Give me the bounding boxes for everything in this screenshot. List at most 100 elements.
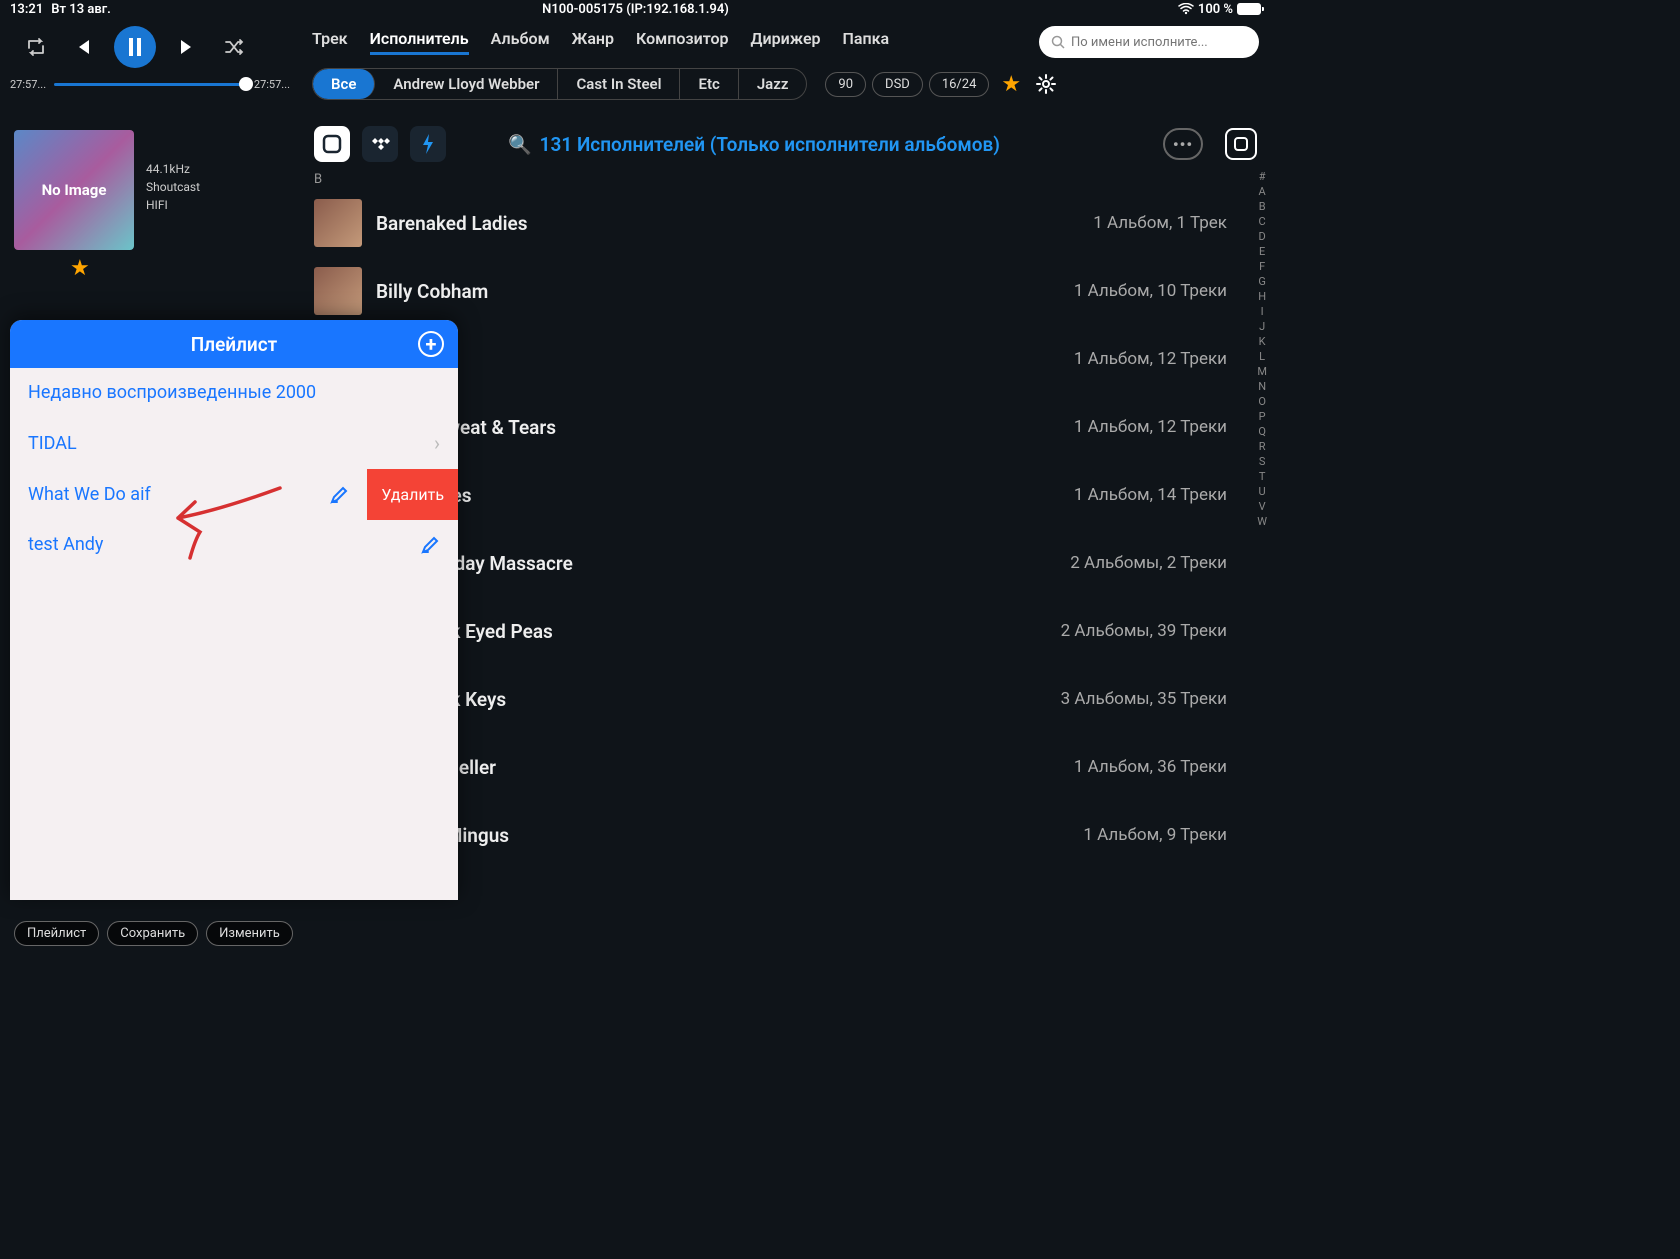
panel-header: Плейлист +	[10, 320, 458, 368]
alpha-letter[interactable]: B	[1257, 200, 1267, 213]
edit-icon[interactable]	[329, 485, 349, 505]
nav-tab-Альбом[interactable]: Альбом	[491, 29, 550, 55]
battery-percent: 100 %	[1198, 2, 1233, 17]
alpha-index[interactable]: # ABCDEFGHIJKLMNOPQRSTUVW	[1257, 170, 1267, 528]
bottom-button[interactable]: Сохранить	[107, 921, 198, 946]
progress-slider[interactable]	[54, 83, 246, 86]
repeat-icon[interactable]	[22, 33, 50, 61]
transport-controls: 27:57... 27:57...	[0, 18, 300, 118]
artist-name: The Black Eyed Peas	[376, 620, 1047, 643]
artist-meta: 1 Альбом, 12 Треки	[1074, 417, 1227, 437]
filter-pill[interactable]: DSD	[872, 72, 923, 97]
previous-icon[interactable]	[68, 33, 96, 61]
magnifier-icon[interactable]: 🔍	[508, 133, 532, 156]
album-art[interactable]: No Image	[14, 130, 134, 250]
settings-icon[interactable]	[1035, 73, 1057, 95]
playlist-item-label: What We Do aif	[28, 484, 151, 505]
wifi-icon	[1178, 3, 1194, 15]
bottom-button[interactable]: Плейлист	[14, 921, 99, 946]
delete-button[interactable]: Удалить	[367, 469, 458, 520]
status-date: Вт 13 авг.	[51, 2, 111, 17]
playlist-item-label: Недавно воспроизведенные 2000	[28, 382, 316, 403]
alpha-letter[interactable]: C	[1257, 215, 1267, 228]
nav-tab-Исполнитель[interactable]: Исполнитель	[370, 29, 469, 55]
artist-name: Blink-182	[376, 348, 1060, 371]
filter-pill[interactable]: 90	[825, 72, 866, 97]
alpha-letter[interactable]: T	[1257, 470, 1267, 483]
alpha-letter[interactable]: N	[1257, 380, 1267, 393]
status-server: N100-005175 (IP:192.168.1.94)	[542, 2, 729, 17]
alpha-letter[interactable]: A	[1257, 185, 1267, 198]
artist-row[interactable]: Billy Cobham 1 Альбом, 10 Треки	[300, 257, 1271, 325]
source-lightning-icon[interactable]	[410, 126, 446, 162]
playlist-item[interactable]: TIDAL›	[10, 417, 458, 469]
nav-tab-Композитор[interactable]: Композитор	[636, 29, 729, 55]
filter-pill[interactable]: 16/24	[929, 72, 990, 97]
artist-row[interactable]: Barenaked Ladies 1 Альбом, 1 Трек	[300, 189, 1271, 257]
alpha-letter[interactable]: W	[1257, 515, 1267, 528]
search-box[interactable]	[1039, 26, 1259, 58]
next-icon[interactable]	[174, 33, 202, 61]
now-playing-star-icon[interactable]: ★	[70, 256, 90, 281]
filter-tab[interactable]: Andrew Lloyd Webber	[375, 69, 558, 99]
alpha-letter[interactable]: M	[1257, 365, 1267, 378]
alpha-letter[interactable]: #	[1257, 170, 1267, 183]
filter-tab[interactable]: Все	[313, 69, 375, 99]
source-tidal-icon[interactable]	[362, 126, 398, 162]
alpha-letter[interactable]: R	[1257, 440, 1267, 453]
search-input[interactable]	[1071, 35, 1247, 50]
playlist-item[interactable]: test Andy	[10, 520, 458, 569]
artist-thumb	[314, 267, 362, 315]
section-title-text: 131 Исполнителей (Только исполнители аль…	[540, 133, 1000, 156]
status-time: 13:21	[10, 2, 43, 17]
artist-name: Billy Cobham	[376, 280, 1060, 303]
artist-name: Charles Mingus	[376, 824, 1069, 847]
alpha-letter[interactable]: H	[1257, 290, 1267, 303]
alpha-letter[interactable]: U	[1257, 485, 1267, 498]
filter-tab[interactable]: Cast In Steel	[558, 69, 680, 99]
status-left: 13:21 Вт 13 авг.	[10, 2, 111, 17]
alpha-letter[interactable]: D	[1257, 230, 1267, 243]
alpha-letter[interactable]: V	[1257, 500, 1267, 513]
alpha-letter[interactable]: E	[1257, 245, 1267, 258]
alpha-letter[interactable]: L	[1257, 350, 1267, 363]
edit-icon[interactable]	[420, 535, 440, 555]
track-info: 44.1kHz Shoutcast HIFI	[146, 130, 200, 250]
artist-meta: 3 Альбомы, 35 Треки	[1061, 689, 1227, 709]
filter-tab[interactable]: Jazz	[739, 69, 807, 99]
alpha-letter[interactable]: F	[1257, 260, 1267, 273]
playlist-item-label: test Andy	[28, 534, 103, 555]
playlist-item[interactable]: What We Do aif	[10, 469, 367, 520]
nav-tab-Папка[interactable]: Папка	[843, 29, 890, 55]
alpha-letter[interactable]: Q	[1257, 425, 1267, 438]
nav-tab-Жанр[interactable]: Жанр	[572, 29, 614, 55]
more-button[interactable]: •••	[1163, 128, 1203, 160]
status-bar: 13:21 Вт 13 авг. N100-005175 (IP:192.168…	[0, 0, 1271, 18]
alpha-letter[interactable]: J	[1257, 320, 1267, 333]
playlist-item-label: TIDAL	[28, 433, 77, 454]
alpha-letter[interactable]: P	[1257, 410, 1267, 423]
playlist-panel: Плейлист + Недавно воспроизведенные 2000…	[10, 320, 458, 900]
add-playlist-button[interactable]: +	[418, 331, 444, 357]
quality-label: HIFI	[146, 196, 200, 214]
battery-icon	[1237, 3, 1261, 15]
playlist-item[interactable]: Недавно воспроизведенные 2000	[10, 368, 458, 417]
filter-tab[interactable]: Etc	[680, 69, 738, 99]
alpha-letter[interactable]: O	[1257, 395, 1267, 408]
alpha-letter[interactable]: I	[1257, 305, 1267, 318]
artist-thumb	[314, 199, 362, 247]
alpha-letter[interactable]: S	[1257, 455, 1267, 468]
bottom-button[interactable]: Изменить	[206, 921, 293, 946]
favorites-icon[interactable]: ★	[1001, 72, 1021, 97]
view-toggle-icon[interactable]	[1225, 128, 1257, 160]
alpha-letter[interactable]: K	[1257, 335, 1267, 348]
nav-tab-Дирижер[interactable]: Дирижер	[751, 29, 821, 55]
artist-meta: 1 Альбом, 9 Треки	[1083, 825, 1227, 845]
pause-button[interactable]	[114, 26, 156, 68]
panel-title: Плейлист	[191, 333, 277, 356]
source-local-icon[interactable]	[314, 126, 350, 162]
artist-meta: 1 Альбом, 36 Треки	[1074, 757, 1227, 777]
shuffle-icon[interactable]	[220, 33, 248, 61]
alpha-letter[interactable]: G	[1257, 275, 1267, 288]
nav-tab-Трек[interactable]: Трек	[312, 29, 348, 55]
